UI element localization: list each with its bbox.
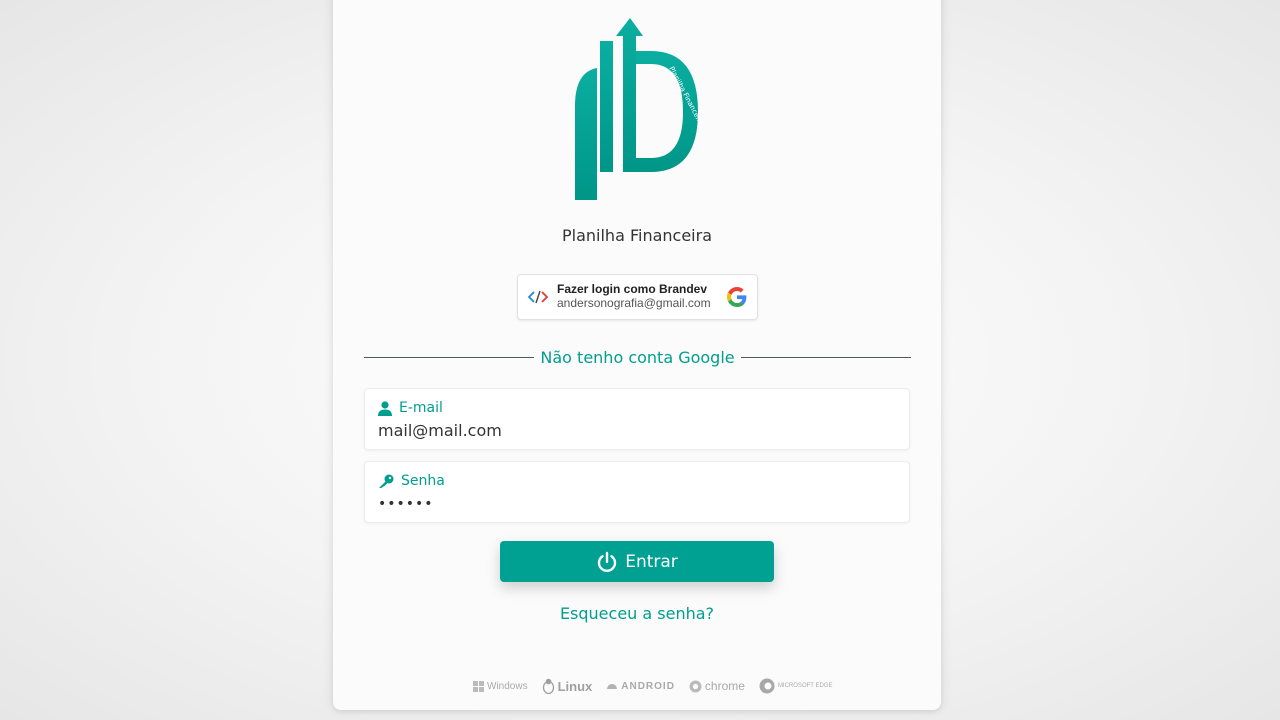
divider: Não tenho conta Google bbox=[364, 348, 912, 367]
email-label: E-mail bbox=[399, 400, 443, 416]
platform-windows-label: Windows bbox=[487, 680, 528, 692]
linux-icon bbox=[542, 678, 554, 694]
account-avatar bbox=[527, 286, 549, 308]
app-logo: Planilha Financeira bbox=[575, 18, 705, 200]
password-input[interactable]: •••••• bbox=[378, 496, 434, 512]
platform-android-label: ANDROID bbox=[621, 680, 675, 692]
email-label-wrap: E-mail bbox=[378, 400, 443, 416]
login-card: Planilha Financeira Planilha Financeira … bbox=[333, 0, 941, 710]
platform-chrome: chrome bbox=[689, 679, 745, 693]
divider-line-right bbox=[740, 357, 912, 358]
google-g-icon bbox=[727, 287, 747, 307]
platform-linux: Linux bbox=[542, 678, 593, 694]
windows-icon bbox=[473, 680, 484, 692]
password-label-wrap: Senha bbox=[378, 473, 445, 489]
platform-edge: MICROSOFT EDGE bbox=[759, 678, 833, 694]
submit-label: Entrar bbox=[625, 551, 678, 572]
platform-chrome-label: chrome bbox=[704, 679, 745, 693]
email-field[interactable]: E-mail mail@mail.com bbox=[364, 388, 910, 450]
forgot-password-link[interactable]: Esqueceu a senha? bbox=[333, 604, 941, 623]
platform-logos: Windows Linux ANDROID chrome MICROSOFT E… bbox=[473, 678, 833, 694]
platform-android: ANDROID bbox=[606, 680, 675, 692]
password-label: Senha bbox=[401, 473, 445, 489]
code-brand-icon bbox=[528, 290, 548, 304]
divider-label: Não tenho conta Google bbox=[540, 348, 735, 367]
google-login-button[interactable]: Fazer login como Brandev andersonografia… bbox=[517, 274, 758, 320]
divider-line-left bbox=[364, 357, 535, 358]
google-login-email: andersonografia@gmail.com bbox=[557, 296, 711, 310]
platform-edge-label: MICROSOFT EDGE bbox=[777, 683, 833, 689]
chrome-icon bbox=[689, 680, 702, 692]
google-login-title: Fazer login como Brandev bbox=[557, 282, 708, 297]
password-field[interactable]: Senha •••••• bbox=[364, 461, 910, 523]
platform-linux-label: Linux bbox=[557, 678, 593, 694]
app-title: Planilha Financeira bbox=[562, 226, 712, 245]
edge-icon bbox=[759, 678, 775, 694]
email-input[interactable]: mail@mail.com bbox=[378, 421, 502, 440]
key-icon bbox=[379, 474, 394, 488]
login-submit-button[interactable]: Entrar bbox=[500, 541, 774, 582]
android-icon bbox=[607, 684, 618, 689]
platform-windows: Windows bbox=[473, 680, 528, 692]
user-icon bbox=[378, 400, 392, 416]
power-icon bbox=[598, 551, 617, 572]
